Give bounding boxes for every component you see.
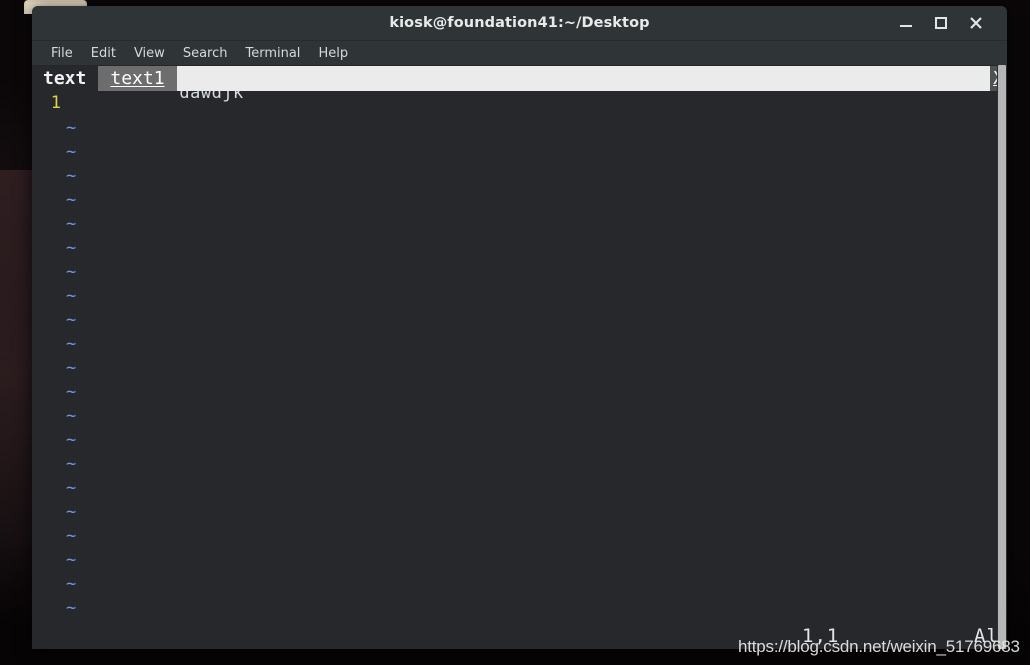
empty-line-marker: ~ xyxy=(66,574,77,594)
vim-tab-text[interactable]: text xyxy=(32,66,99,91)
vim-editor[interactable]: text text1 X 1 dawdjk ~ ~ ~ ~ ~ ~ ~ ~ ~ ~ ~ ~ ~ ~ ~ ~ ~ ~… xyxy=(32,66,1007,649)
empty-line-marker: ~ xyxy=(66,310,77,330)
terminal-window[interactable]: kiosk@foundation41:~/Desktop File Edit V… xyxy=(32,6,1007,649)
scrollbar-thumb[interactable] xyxy=(998,65,1006,649)
empty-line-marker: ~ xyxy=(66,502,77,522)
empty-line-marker: ~ xyxy=(66,454,77,474)
window-title: kiosk@foundation41:~/Desktop xyxy=(389,15,650,31)
vim-buffer[interactable]: 1 dawdjk ~ ~ ~ ~ ~ ~ ~ ~ ~ ~ ~ ~ ~ ~ ~ ~ ~ ~ ~ ~ ~ xyxy=(32,91,1007,649)
menu-item-file[interactable]: File xyxy=(42,44,82,63)
menu-item-help[interactable]: Help xyxy=(309,44,357,63)
vim-tabline-filler xyxy=(176,66,990,91)
buffer-line-1[interactable]: 1 dawdjk xyxy=(32,91,244,115)
watermark-url: https://blog.csdn.net/weixin_51769683 xyxy=(738,637,1020,656)
empty-line-marker: ~ xyxy=(66,214,77,234)
menu-item-terminal[interactable]: Terminal xyxy=(236,44,309,63)
menu-item-edit[interactable]: Edit xyxy=(82,44,125,63)
vim-tab-text1[interactable]: text1 xyxy=(98,66,177,91)
minimize-button[interactable] xyxy=(895,12,917,34)
menubar[interactable]: File Edit View Search Terminal Help xyxy=(32,41,1007,66)
empty-line-marker: ~ xyxy=(66,526,77,546)
menu-item-search[interactable]: Search xyxy=(174,44,237,63)
empty-line-marker: ~ xyxy=(66,166,77,186)
maximize-button[interactable] xyxy=(930,12,952,34)
empty-line-marker: ~ xyxy=(66,382,77,402)
empty-line-marker: ~ xyxy=(66,334,77,354)
close-button[interactable] xyxy=(965,12,987,34)
line-content[interactable]: dawdjk xyxy=(72,91,244,143)
line-number: 1 xyxy=(50,93,61,113)
empty-line-marker: ~ xyxy=(66,190,77,210)
window-titlebar[interactable]: kiosk@foundation41:~/Desktop xyxy=(32,6,1007,41)
empty-line-marker: ~ xyxy=(66,430,77,450)
empty-line-marker: ~ xyxy=(66,262,77,282)
line-content-text: dawdjk xyxy=(179,91,244,103)
empty-line-marker: ~ xyxy=(66,478,77,498)
vim-tabline[interactable]: text text1 X xyxy=(32,66,1007,91)
empty-line-marker: ~ xyxy=(66,550,77,570)
scrollbar-track[interactable] xyxy=(997,65,1007,649)
empty-line-marker: ~ xyxy=(66,406,77,426)
empty-line-marker: ~ xyxy=(66,238,77,258)
desktop-light-sheen xyxy=(0,170,34,500)
empty-line-marker: ~ xyxy=(66,358,77,378)
menu-item-view[interactable]: View xyxy=(125,44,174,63)
empty-line-marker: ~ xyxy=(66,598,77,618)
empty-line-marker: ~ xyxy=(66,118,77,138)
empty-line-marker: ~ xyxy=(66,286,77,306)
empty-line-marker: ~ xyxy=(66,142,77,162)
